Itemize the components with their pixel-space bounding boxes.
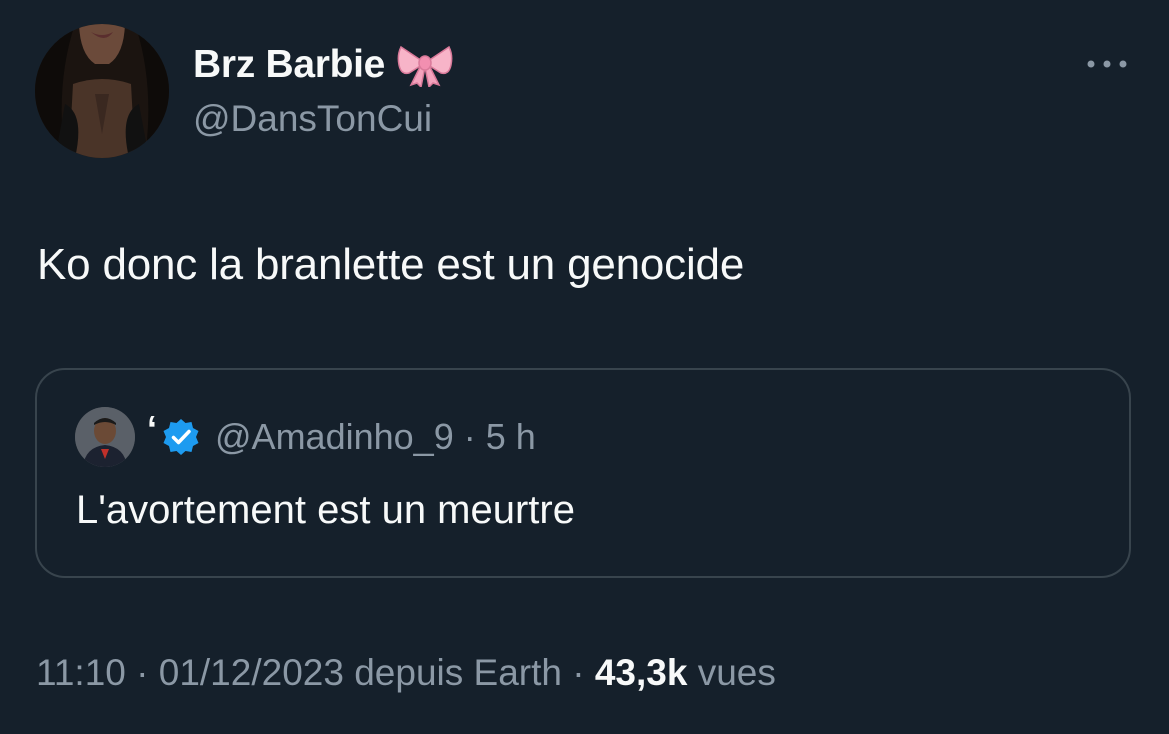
- quoted-tweet-card[interactable]: ‘ @Amadinho_9 · 5 h L'avortement est un …: [35, 368, 1131, 578]
- tweet-meta: 11:10 · 01/12/2023 depuis Earth · 43,3k …: [36, 652, 776, 694]
- author-display-name[interactable]: Brz Barbie: [193, 43, 385, 87]
- ribbon-bow-icon: [397, 45, 453, 87]
- views-label: vues: [697, 652, 776, 693]
- quoted-tweet-header: ‘ @Amadinho_9 · 5 h: [75, 406, 536, 468]
- display-name-row: Brz Barbie: [193, 40, 453, 90]
- quoted-tweet-text: L'avortement est un meurtre: [76, 488, 575, 532]
- verified-badge-icon: [163, 419, 199, 455]
- quoted-author-avatar: [75, 407, 135, 467]
- meta-separator: ·: [572, 652, 585, 693]
- more-options-icon[interactable]: [1085, 54, 1129, 74]
- quoted-meta: @Amadinho_9 · 5 h: [215, 416, 536, 458]
- author-avatar[interactable]: [35, 24, 169, 158]
- tweet-header: Brz Barbie @DansTonCui: [35, 24, 1135, 164]
- quoted-tweet-time[interactable]: 5 h: [486, 416, 536, 457]
- tweet-date[interactable]: 01/12/2023: [159, 652, 344, 693]
- quoted-meta-separator: ·: [463, 416, 476, 457]
- tweet-source: depuis Earth: [354, 652, 562, 693]
- tweet-time[interactable]: 11:10: [36, 652, 126, 693]
- author-handle[interactable]: @DansTonCui: [193, 98, 432, 140]
- meta-separator: ·: [136, 652, 149, 693]
- quoted-author-handle[interactable]: @Amadinho_9: [215, 416, 454, 457]
- views-count[interactable]: 43,3k: [595, 652, 688, 693]
- tweet-text: Ko donc la branlette est un genocide: [37, 240, 745, 289]
- quoted-author-name[interactable]: ‘: [147, 408, 157, 450]
